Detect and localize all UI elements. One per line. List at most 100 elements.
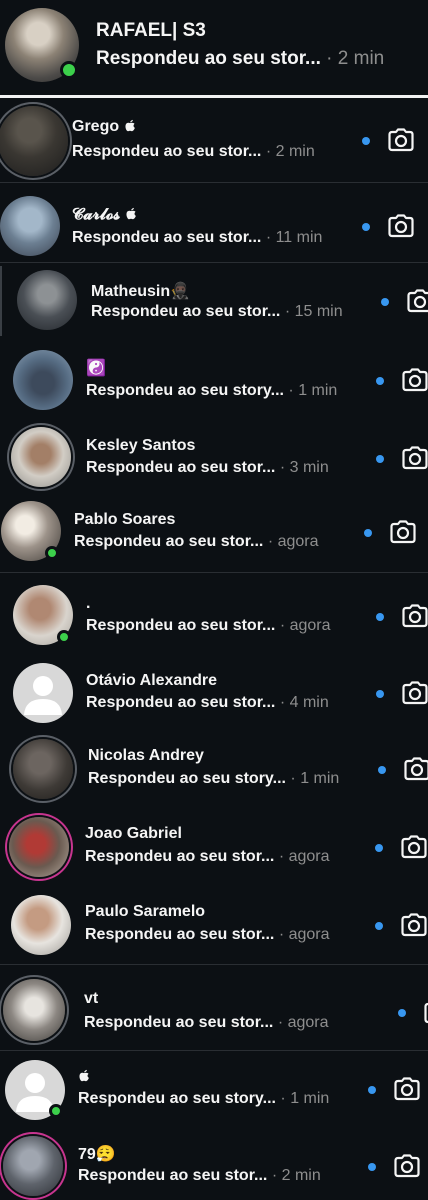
conversation-name-text: 𝓒𝓪𝓻𝓵𝓸𝓼: [72, 206, 125, 223]
camera-icon[interactable]: [394, 1077, 420, 1101]
conversation-name-text: .: [86, 595, 91, 612]
conversation-time: · 2 min: [267, 1167, 321, 1184]
conversation-name: .: [86, 595, 90, 613]
conversation-name-text: ☯️: [86, 360, 106, 377]
conversation-message: Respondeu ao seu stor...: [84, 1014, 274, 1031]
conversation-name-text: vt: [84, 990, 99, 1007]
header-separator: [0, 95, 428, 98]
avatar[interactable]: [13, 739, 73, 799]
conversation-name: Joao Gabriel: [85, 825, 182, 843]
conversation-name-text: Nicolas Andrey: [88, 747, 204, 764]
row-divider: [0, 964, 428, 965]
conversation-name-text: Pablo Soares: [74, 511, 176, 528]
conversation-message: Respondeu ao seu stor...: [85, 926, 275, 943]
unread-dot: [368, 1086, 376, 1094]
apple-icon: [126, 207, 136, 220]
conversation-name: 𝓒𝓪𝓻𝓵𝓸𝓼: [72, 206, 137, 224]
row-divider: [0, 572, 428, 573]
conversation-name-text: Matheusin🥷🏿: [91, 283, 191, 300]
conversation-row-header[interactable]: RAFAEL| S3 Respondeu ao seu stor... · 2 …: [0, 0, 428, 94]
camera-icon[interactable]: [388, 128, 414, 152]
conversation-time: · agora: [274, 926, 330, 943]
row-divider: [0, 262, 428, 263]
conversation-name: Kesley Santos: [86, 437, 195, 455]
conversation-time: · 2 min: [326, 48, 385, 69]
conversation-message: Respondeu ao seu story...: [78, 1090, 276, 1107]
avatar[interactable]: [11, 427, 71, 487]
camera-icon[interactable]: [407, 289, 428, 313]
unread-dot: [362, 223, 370, 231]
camera-icon[interactable]: [394, 1154, 420, 1178]
row-divider: [0, 1050, 428, 1051]
camera-icon[interactable]: [401, 913, 427, 937]
unread-dot: [376, 377, 384, 385]
avatar[interactable]: [0, 196, 60, 256]
unread-dot: [378, 766, 386, 774]
avatar[interactable]: [3, 1136, 63, 1196]
online-indicator: [57, 630, 71, 644]
online-indicator: [60, 61, 78, 79]
conversation-time: · 4 min: [275, 694, 329, 711]
unread-dot: [398, 1009, 406, 1017]
conversation-message: Respondeu ao seu stor...: [91, 303, 281, 320]
conversation-name: Grego: [72, 118, 136, 136]
conversation-message: Respondeu ao seu stor...: [86, 694, 276, 711]
conversation-message: Respondeu ao seu stor...: [96, 48, 321, 69]
camera-icon[interactable]: [402, 368, 428, 392]
unread-dot: [376, 455, 384, 463]
unread-dot: [376, 613, 384, 621]
conversation-time: · agora: [263, 533, 319, 550]
unread-dot: [375, 844, 383, 852]
conversation-message: Respondeu ao seu stor...: [86, 459, 276, 476]
online-indicator: [49, 1104, 63, 1118]
avatar[interactable]: [3, 979, 65, 1041]
avatar[interactable]: [11, 895, 71, 955]
conversation-time: · 1 min: [285, 770, 340, 787]
camera-icon[interactable]: [424, 1000, 428, 1024]
conversation-time: · 1 min: [275, 1090, 330, 1107]
avatar[interactable]: [13, 663, 73, 723]
conversation-name-text: Kesley Santos: [86, 437, 196, 454]
conversation-message: Respondeu ao seu story...: [88, 770, 286, 787]
conversation-name-text: Grego: [72, 118, 124, 135]
row-divider: [0, 182, 428, 183]
avatar[interactable]: [9, 817, 69, 877]
camera-icon[interactable]: [404, 757, 428, 781]
conversation-message: Respondeu ao seu stor...: [86, 617, 276, 634]
unread-dot: [376, 690, 384, 698]
conversation-time: · agora: [273, 1014, 329, 1031]
avatar[interactable]: [13, 350, 73, 410]
conversation-name: Paulo Saramelo: [85, 903, 205, 921]
conversation-name: 79😮‍💨: [78, 1144, 116, 1164]
online-indicator: [45, 546, 59, 560]
conversation-name: [78, 1068, 90, 1086]
apple-icon: [79, 1069, 89, 1082]
conversation-name-text: Otávio Alexandre: [86, 672, 218, 689]
conversation-name-text: Paulo Saramelo: [85, 903, 206, 920]
conversation-message: Respondeu ao seu stor...: [72, 143, 262, 160]
conversation-name: Matheusin🥷🏿: [91, 281, 190, 301]
conversation-message: Respondeu ao seu stor...: [85, 848, 275, 865]
unread-dot: [375, 922, 383, 930]
camera-icon[interactable]: [402, 681, 428, 705]
conversation-time: · 1 min: [283, 382, 338, 399]
camera-icon[interactable]: [388, 214, 414, 238]
conversation-time: · 11 min: [261, 229, 323, 246]
conversation-name: RAFAEL| S3: [96, 20, 206, 41]
camera-icon[interactable]: [402, 446, 428, 470]
camera-icon[interactable]: [390, 520, 416, 544]
conversation-time: · agora: [275, 617, 331, 634]
conversation-message: Respondeu ao seu stor...: [78, 1167, 268, 1184]
avatar[interactable]: [17, 270, 77, 330]
conversation-message: Respondeu ao seu story...: [86, 382, 284, 399]
conversation-time: · 3 min: [275, 459, 329, 476]
camera-icon[interactable]: [401, 835, 427, 859]
avatar[interactable]: [0, 106, 68, 176]
row-left-marker: [0, 266, 2, 336]
conversation-time: · 15 min: [280, 303, 343, 320]
unread-dot: [362, 137, 370, 145]
conversation-message: Respondeu ao seu stor...: [74, 533, 264, 550]
conversation-name: Pablo Soares: [74, 511, 175, 529]
conversation-time: · 2 min: [261, 143, 315, 160]
camera-icon[interactable]: [402, 604, 428, 628]
